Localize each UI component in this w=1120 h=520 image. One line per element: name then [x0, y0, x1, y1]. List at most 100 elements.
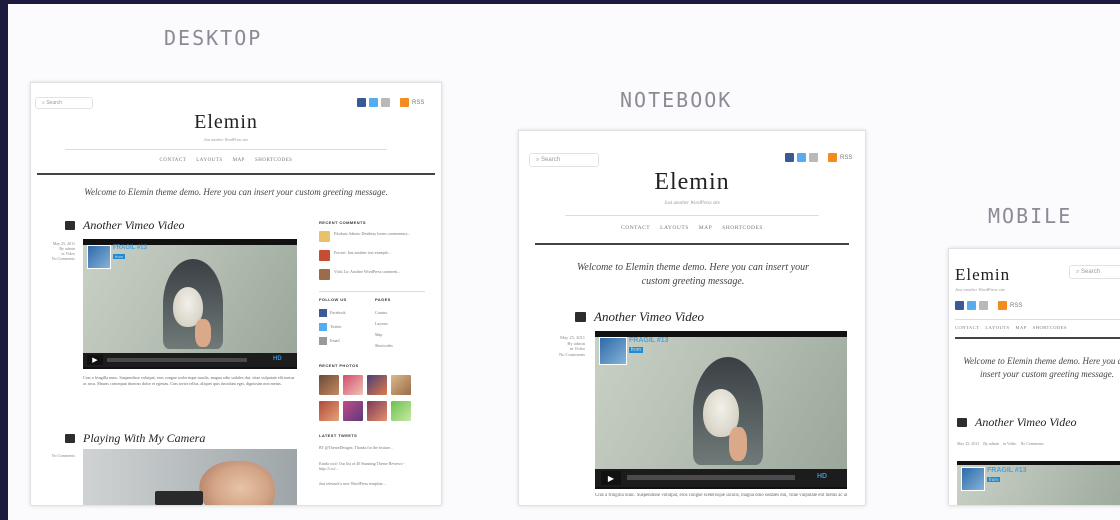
gallery-thumb[interactable]: [319, 401, 339, 421]
gallery-thumb[interactable]: [343, 375, 363, 395]
nav-map[interactable]: MAP: [233, 158, 245, 163]
video-byline: from: [987, 477, 1000, 482]
desktop-post2-title[interactable]: Playing With My Camera: [65, 431, 205, 446]
gallery-thumb[interactable]: [319, 375, 339, 395]
gallery-thumb[interactable]: [367, 401, 387, 421]
nav-contact[interactable]: CONTACT: [621, 225, 650, 231]
gallery-thumb[interactable]: [367, 375, 387, 395]
gallery-thumb[interactable]: [343, 401, 363, 421]
desktop-social-icons: RSS: [357, 98, 424, 107]
tweet-item[interactable]: Just released a new WordPress template..…: [319, 481, 423, 486]
nav-map[interactable]: MAP: [1015, 325, 1026, 330]
mobile-frame: Elemin ⌕ Search Just another WordPress s…: [948, 248, 1120, 506]
mobile-video-player[interactable]: FRAGIL #13 from: [957, 461, 1120, 505]
notebook-post1-title[interactable]: Another Vimeo Video: [575, 309, 704, 325]
page-link[interactable]: Map: [375, 332, 382, 337]
twitter-icon[interactable]: [967, 301, 976, 310]
play-icon[interactable]: ▶: [87, 355, 103, 365]
mobile-post1-title[interactable]: Another Vimeo Video: [957, 415, 1077, 430]
play-icon[interactable]: ▶: [601, 471, 621, 485]
desktop-post1-meta: May 25, 2011 By admin in Video No Commen…: [37, 241, 75, 261]
rss-label: RSS: [840, 154, 853, 161]
desktop-search-input[interactable]: ⌕ Search: [35, 97, 93, 109]
mobile-tagline: Just another WordPress site: [955, 287, 1006, 292]
comment-item[interactable]: Elrobust Admin: Deathray lorem commentar…: [334, 231, 426, 236]
facebook-icon[interactable]: [357, 98, 366, 107]
gallery-thumb[interactable]: [391, 375, 411, 395]
facebook-icon[interactable]: [785, 153, 794, 162]
nav-layouts[interactable]: LAYOUTS: [196, 158, 222, 163]
video-thumbnail[interactable]: [961, 467, 985, 491]
follow-email[interactable]: Email: [330, 338, 340, 343]
rss-icon[interactable]: [828, 153, 837, 162]
nav-contact[interactable]: CONTACT: [955, 325, 979, 330]
follow-twitter[interactable]: Twitter: [330, 324, 342, 329]
camera-icon: [575, 312, 586, 322]
screenshot-stage: DESKTOP NOTEBOOK MOBILE ⌕ Search RSS Ele…: [8, 4, 1120, 520]
mobile-search-input[interactable]: ⌕ Search: [1069, 265, 1120, 279]
post-comments[interactable]: No Comments: [529, 352, 585, 358]
mobile-nav: CONTACT LAYOUTS MAP SHORTCODES: [955, 325, 1105, 330]
email-icon[interactable]: [809, 153, 818, 162]
nav-layouts[interactable]: LAYOUTS: [985, 325, 1009, 330]
page-link[interactable]: Shortcodes: [375, 343, 393, 348]
notebook-logo[interactable]: Elemin: [617, 169, 767, 196]
desktop-label: DESKTOP: [164, 26, 263, 50]
video-title[interactable]: FRAGIL #13: [629, 337, 669, 344]
nav-contact[interactable]: CONTACT: [160, 158, 187, 163]
notebook-search-input[interactable]: ⌕ Search: [529, 153, 599, 167]
nav-shortcodes[interactable]: SHORTCODES: [1033, 325, 1067, 330]
post1-title-text: Another Vimeo Video: [83, 218, 185, 232]
video-progress-bar[interactable]: [107, 358, 247, 362]
nav-layouts[interactable]: LAYOUTS: [660, 225, 689, 231]
mobile-logo[interactable]: Elemin: [955, 265, 1035, 285]
video-progress-bar[interactable]: [627, 475, 795, 480]
comment-item[interactable]: Forrest: Just another text example...: [334, 250, 426, 255]
tweet-item[interactable]: RT @ThemeDesigns: Thanks for the feature…: [319, 445, 423, 450]
facebook-icon[interactable]: [955, 301, 964, 310]
rss-icon[interactable]: [998, 301, 1007, 310]
desktop-logo[interactable]: Elemin: [151, 111, 301, 134]
tweet-item[interactable]: Kinda cool: Our list of 40 Stunning Them…: [319, 461, 423, 471]
mobile-social-icons: RSS: [955, 301, 1022, 310]
email-icon[interactable]: [979, 301, 988, 310]
follow-facebook[interactable]: Facebook: [330, 310, 346, 315]
search-placeholder: Search: [1081, 269, 1101, 275]
nav-shortcodes[interactable]: SHORTCODES: [722, 225, 763, 231]
post-category[interactable]: in Video: [1003, 441, 1017, 446]
comment-avatar: [319, 250, 330, 261]
notebook-welcome: Welcome to Elemin theme demo. Here you c…: [577, 262, 809, 287]
video-thumbnail[interactable]: [599, 337, 627, 365]
comment-item[interactable]: Vicki Lu: Another WordPress comment...: [334, 269, 426, 274]
hd-toggle[interactable]: HD: [273, 356, 282, 362]
desktop-post1-title[interactable]: Another Vimeo Video: [65, 218, 185, 233]
post2-comments[interactable]: No Comments: [37, 453, 75, 458]
page-link[interactable]: Layouts: [375, 321, 388, 326]
post-date: May 25, 2011: [957, 441, 980, 446]
video-title[interactable]: FRAGIL #13: [113, 245, 147, 251]
notebook-video-player[interactable]: FRAGIL #13 from ▶ HD: [595, 331, 847, 489]
hd-toggle[interactable]: HD: [817, 473, 827, 480]
rss-label: RSS: [412, 99, 425, 106]
post-author: By admin: [983, 441, 999, 446]
email-icon[interactable]: [381, 98, 390, 107]
notebook-frame: ⌕ Search RSS Elemin Just another WordPre…: [518, 130, 866, 506]
twitter-icon[interactable]: [797, 153, 806, 162]
page-link[interactable]: Contact: [375, 310, 387, 315]
pages-heading: PAGES: [375, 297, 391, 302]
nav-rule: [955, 337, 1120, 339]
twitter-icon[interactable]: [369, 98, 378, 107]
desktop-video-player[interactable]: FRAGIL #13 from ▶ HD: [83, 239, 297, 369]
post2-title-text: Playing With My Camera: [83, 431, 206, 445]
post1-title-text: Another Vimeo Video: [975, 415, 1077, 429]
gallery-thumb[interactable]: [391, 401, 411, 421]
search-placeholder: Search: [46, 100, 63, 106]
nav-shortcodes[interactable]: SHORTCODES: [255, 158, 292, 163]
post-comments[interactable]: No Comments: [1020, 441, 1043, 446]
video-title[interactable]: FRAGIL #13: [987, 467, 1027, 474]
rss-icon[interactable]: [400, 98, 409, 107]
post-comments[interactable]: No Comments: [37, 256, 75, 261]
video-thumbnail[interactable]: [87, 245, 111, 269]
nav-map[interactable]: MAP: [699, 225, 712, 231]
desktop-frame: ⌕ Search RSS Elemin Just another WordPre…: [30, 82, 442, 506]
